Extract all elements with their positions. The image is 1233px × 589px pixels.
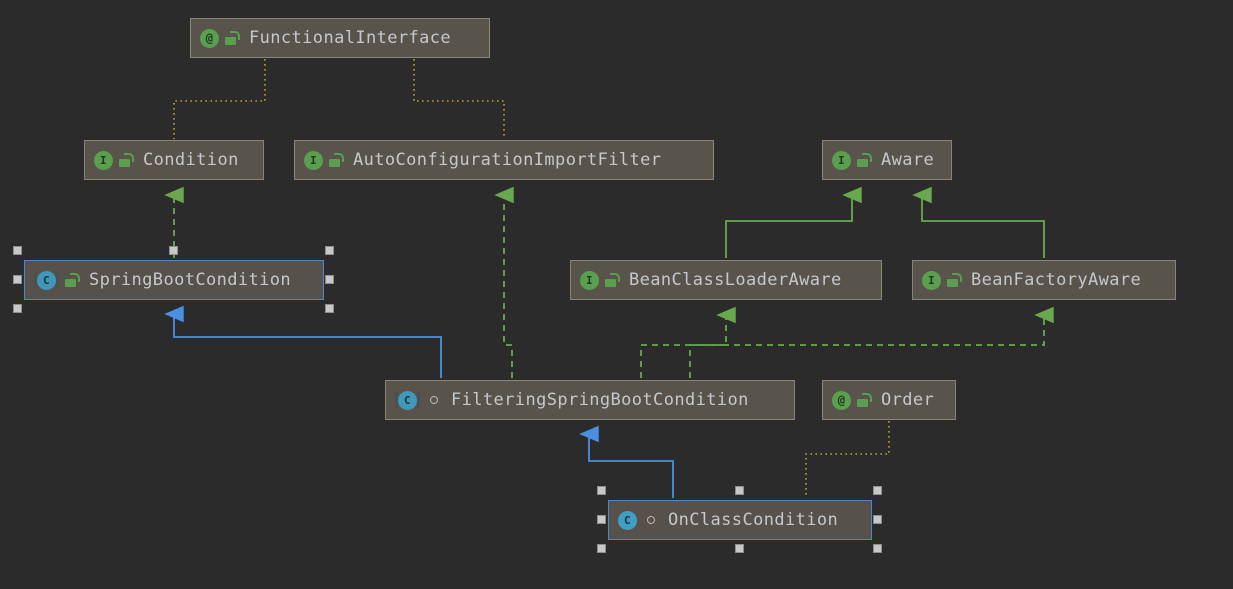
selection-handle-nw[interactable]	[13, 246, 22, 255]
node-on-class-condition[interactable]: C OnClassCondition	[608, 500, 872, 540]
selection-handle-se[interactable]	[873, 544, 882, 553]
edge-fsbc-realizes-bfa	[690, 315, 1044, 378]
node-label: AutoConfigurationImportFilter	[353, 150, 661, 170]
edge-fi-to-acif	[414, 59, 504, 139]
public-lock-icon	[65, 273, 79, 287]
interface-icon: I	[304, 151, 323, 170]
package-private-icon	[644, 513, 658, 527]
diagram-canvas[interactable]: @ FunctionalInterface I Condition I Auto…	[0, 0, 1233, 589]
public-lock-icon	[225, 31, 239, 45]
interface-icon: I	[94, 151, 113, 170]
public-lock-icon	[947, 273, 961, 287]
node-label: OnClassCondition	[668, 510, 838, 530]
selection-handle-w[interactable]	[597, 515, 606, 524]
selection-handle-nw[interactable]	[597, 486, 606, 495]
selection-handle-ne[interactable]	[325, 246, 334, 255]
edge-bcla-extends-aware	[726, 195, 852, 258]
node-label: Aware	[881, 150, 934, 170]
selection-handle-n[interactable]	[735, 486, 744, 495]
edge-bfa-extends-aware	[922, 195, 1044, 258]
node-functional-interface[interactable]: @ FunctionalInterface	[190, 18, 490, 58]
class-icon: C	[618, 511, 637, 530]
annotation-icon: @	[832, 391, 851, 410]
public-lock-icon	[119, 153, 133, 167]
selection-handle-se[interactable]	[325, 304, 334, 313]
selection-handle-n[interactable]	[169, 246, 178, 255]
selection-handle-w[interactable]	[13, 275, 22, 284]
package-private-icon	[427, 393, 441, 407]
node-label: FilteringSpringBootCondition	[451, 390, 749, 410]
public-lock-icon	[857, 153, 871, 167]
node-label: SpringBootCondition	[89, 270, 291, 290]
selection-handle-e[interactable]	[325, 275, 334, 284]
public-lock-icon	[605, 273, 619, 287]
node-label: BeanFactoryAware	[971, 270, 1141, 290]
node-spring-boot-condition[interactable]: C SpringBootCondition	[24, 260, 324, 300]
node-bean-factory-aware[interactable]: I BeanFactoryAware	[912, 260, 1176, 300]
node-auto-configuration-import-filter[interactable]: I AutoConfigurationImportFilter	[294, 140, 714, 180]
node-label: FunctionalInterface	[249, 28, 451, 48]
interface-icon: I	[832, 151, 851, 170]
public-lock-icon	[329, 153, 343, 167]
public-lock-icon	[857, 393, 871, 407]
abstract-class-icon: C	[395, 390, 420, 411]
interface-icon: I	[580, 271, 599, 290]
node-aware[interactable]: I Aware	[822, 140, 952, 180]
interface-icon: I	[922, 271, 941, 290]
edge-fi-to-condition	[174, 59, 265, 139]
node-label: Order	[881, 390, 934, 410]
node-order[interactable]: @ Order	[822, 380, 956, 420]
selection-handle-sw[interactable]	[13, 304, 22, 313]
node-label: BeanClassLoaderAware	[629, 270, 842, 290]
edge-fsbc-realizes-acif	[504, 195, 512, 378]
node-label: Condition	[143, 150, 239, 170]
node-bean-class-loader-aware[interactable]: I BeanClassLoaderAware	[570, 260, 882, 300]
selection-handle-e[interactable]	[873, 515, 882, 524]
abstract-class-icon: C	[34, 270, 59, 291]
annotation-icon: @	[200, 29, 219, 48]
bottom-strip	[0, 573, 1233, 589]
node-filtering-spring-boot-condition[interactable]: C FilteringSpringBootCondition	[385, 380, 795, 420]
selection-handle-ne[interactable]	[873, 486, 882, 495]
edge-fsbc-realizes-bcla	[641, 315, 726, 378]
selection-handle-sw[interactable]	[597, 544, 606, 553]
edge-fsbc-extends-sbc	[174, 314, 441, 378]
node-condition[interactable]: I Condition	[84, 140, 264, 180]
selection-handle-s[interactable]	[735, 544, 744, 553]
